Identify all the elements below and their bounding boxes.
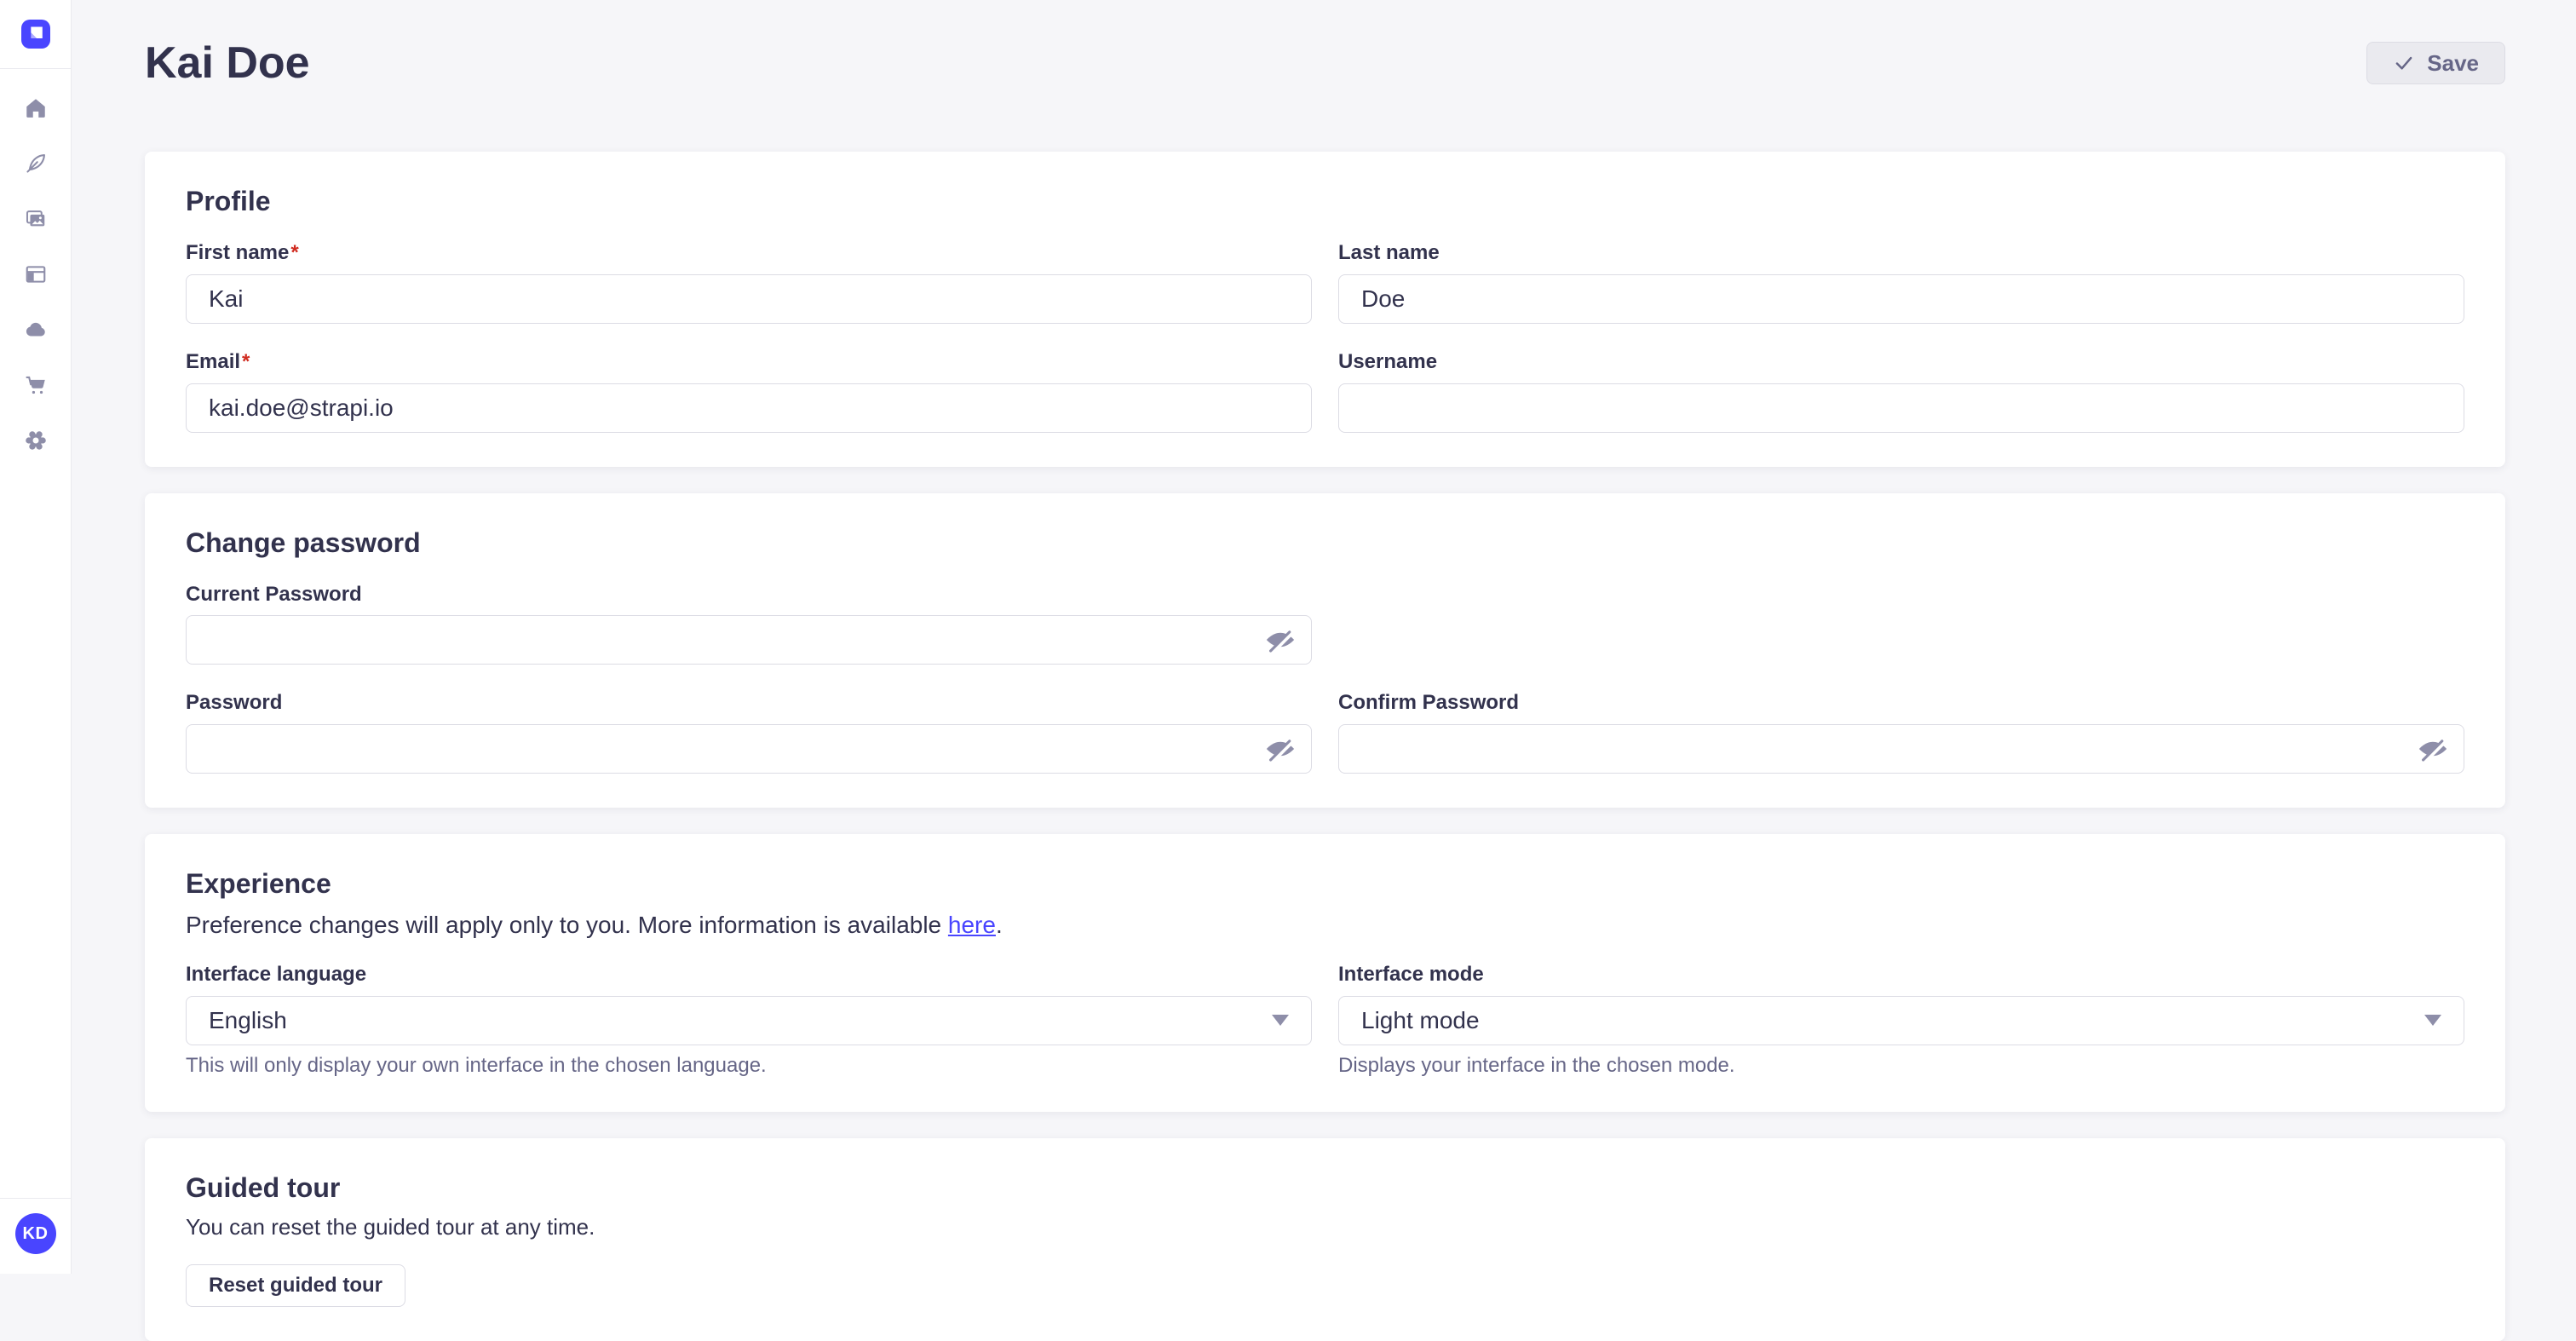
first-name-label-text: First name	[186, 241, 289, 264]
experience-heading: Experience	[186, 868, 2464, 900]
confirm-password-field-group: Confirm Password	[1338, 691, 2464, 774]
cloud-icon	[24, 318, 48, 342]
interface-language-value: English	[209, 1007, 287, 1034]
interface-language-label: Interface language	[186, 963, 1312, 987]
change-password-heading: Change password	[186, 527, 2464, 559]
interface-language-select[interactable]: English	[186, 996, 1312, 1045]
interface-language-hint: This will only display your own interfac…	[186, 1054, 1312, 1078]
first-name-field-group: First name*	[186, 241, 1312, 324]
strapi-logo-icon	[21, 20, 50, 49]
interface-mode-value: Light mode	[1361, 1007, 1480, 1034]
interface-mode-hint: Displays your interface in the chosen mo…	[1338, 1054, 2464, 1078]
logo-section	[0, 0, 71, 69]
home-icon	[24, 96, 48, 120]
first-name-input[interactable]	[186, 274, 1312, 324]
empty-grid-cell	[1338, 583, 2464, 665]
toggle-password-visibility-button[interactable]	[1264, 733, 1297, 765]
email-field-group: Email*	[186, 350, 1312, 433]
interface-language-field-group: Interface language English This will onl…	[186, 963, 1312, 1078]
toggle-current-password-visibility-button[interactable]	[1264, 624, 1297, 656]
save-button[interactable]: Save	[2366, 42, 2505, 84]
sidebar-bottom: KD	[0, 1198, 71, 1274]
last-name-label: Last name	[1338, 241, 2464, 266]
experience-description-text: Preference changes will apply only to yo…	[186, 912, 948, 938]
experience-form-grid: Interface language English This will onl…	[186, 963, 2464, 1078]
eye-slash-icon	[2417, 733, 2449, 765]
sidebar-item-content-manager[interactable]	[24, 152, 48, 176]
sidebar-item-media-library[interactable]	[24, 207, 48, 231]
layout-icon	[24, 262, 48, 286]
interface-mode-field-group: Interface mode Light mode Displays your …	[1338, 963, 2464, 1078]
experience-description: Preference changes will apply only to yo…	[186, 912, 2464, 939]
gear-icon	[24, 429, 48, 452]
username-input[interactable]	[1338, 383, 2464, 433]
current-password-input[interactable]	[186, 615, 1312, 665]
here-link[interactable]: here	[948, 912, 996, 938]
sidebar-item-marketplace[interactable]	[24, 373, 48, 397]
save-button-label: Save	[2427, 50, 2479, 77]
guided-tour-description: You can reset the guided tour at any tim…	[186, 1214, 2464, 1240]
password-input[interactable]	[186, 724, 1312, 774]
username-field-group: Username	[1338, 350, 2464, 433]
check-icon	[2393, 52, 2415, 74]
avatar[interactable]: KD	[15, 1213, 56, 1254]
password-form-grid: Current Password	[186, 583, 2464, 774]
current-password-wrap	[186, 615, 1312, 665]
email-label: Email*	[186, 350, 1312, 375]
current-password-field-group: Current Password	[186, 583, 1312, 665]
email-label-text: Email	[186, 350, 240, 373]
toggle-confirm-password-visibility-button[interactable]	[2417, 733, 2449, 765]
sidebar-item-deploy[interactable]	[24, 318, 48, 342]
sidebar-nav	[24, 96, 48, 452]
page-title: Kai Doe	[145, 37, 310, 89]
required-mark: *	[242, 350, 250, 373]
feather-icon	[24, 152, 48, 176]
profile-heading: Profile	[186, 186, 2464, 217]
password-wrap	[186, 724, 1312, 774]
confirm-password-input[interactable]	[1338, 724, 2464, 774]
required-mark: *	[290, 241, 298, 264]
confirm-password-wrap	[1338, 724, 2464, 774]
first-name-label: First name*	[186, 241, 1312, 266]
main-content: Kai Doe Save Profile First name* Las	[72, 0, 2576, 1274]
password-label: Password	[186, 691, 1312, 716]
experience-card: Experience Preference changes will apply…	[145, 834, 2505, 1112]
strapi-logo[interactable]	[21, 20, 50, 49]
sidebar: KD	[0, 0, 72, 1274]
eye-slash-icon	[1264, 733, 1297, 765]
last-name-field-group: Last name	[1338, 241, 2464, 324]
password-field-group: Password	[186, 691, 1312, 774]
reset-guided-tour-button[interactable]: Reset guided tour	[186, 1264, 405, 1307]
images-icon	[24, 207, 48, 231]
sidebar-item-content-type-builder[interactable]	[24, 262, 48, 286]
sidebar-item-settings[interactable]	[24, 429, 48, 452]
profile-card: Profile First name* Last name Email*	[145, 152, 2505, 467]
email-input[interactable]	[186, 383, 1312, 433]
guided-tour-heading: Guided tour	[186, 1172, 2464, 1204]
chevron-down-icon	[2424, 1015, 2441, 1026]
cart-icon	[24, 373, 48, 397]
last-name-input[interactable]	[1338, 274, 2464, 324]
sidebar-item-home[interactable]	[24, 96, 48, 120]
page-header: Kai Doe Save	[145, 31, 2505, 95]
username-label: Username	[1338, 350, 2464, 375]
current-password-label: Current Password	[186, 583, 1312, 607]
interface-mode-label: Interface mode	[1338, 963, 2464, 987]
eye-slash-icon	[1264, 624, 1297, 656]
chevron-down-icon	[1272, 1015, 1289, 1026]
guided-tour-card: Guided tour You can reset the guided tou…	[145, 1138, 2505, 1341]
interface-mode-select[interactable]: Light mode	[1338, 996, 2464, 1045]
content: Profile First name* Last name Email*	[145, 152, 2505, 1341]
change-password-card: Change password Current Password	[145, 493, 2505, 809]
app: KD Kai Doe Save Profile First name*	[0, 0, 2576, 1274]
confirm-password-label: Confirm Password	[1338, 691, 2464, 716]
profile-form-grid: First name* Last name Email* Username	[186, 241, 2464, 433]
experience-description-suffix: .	[996, 912, 1003, 938]
